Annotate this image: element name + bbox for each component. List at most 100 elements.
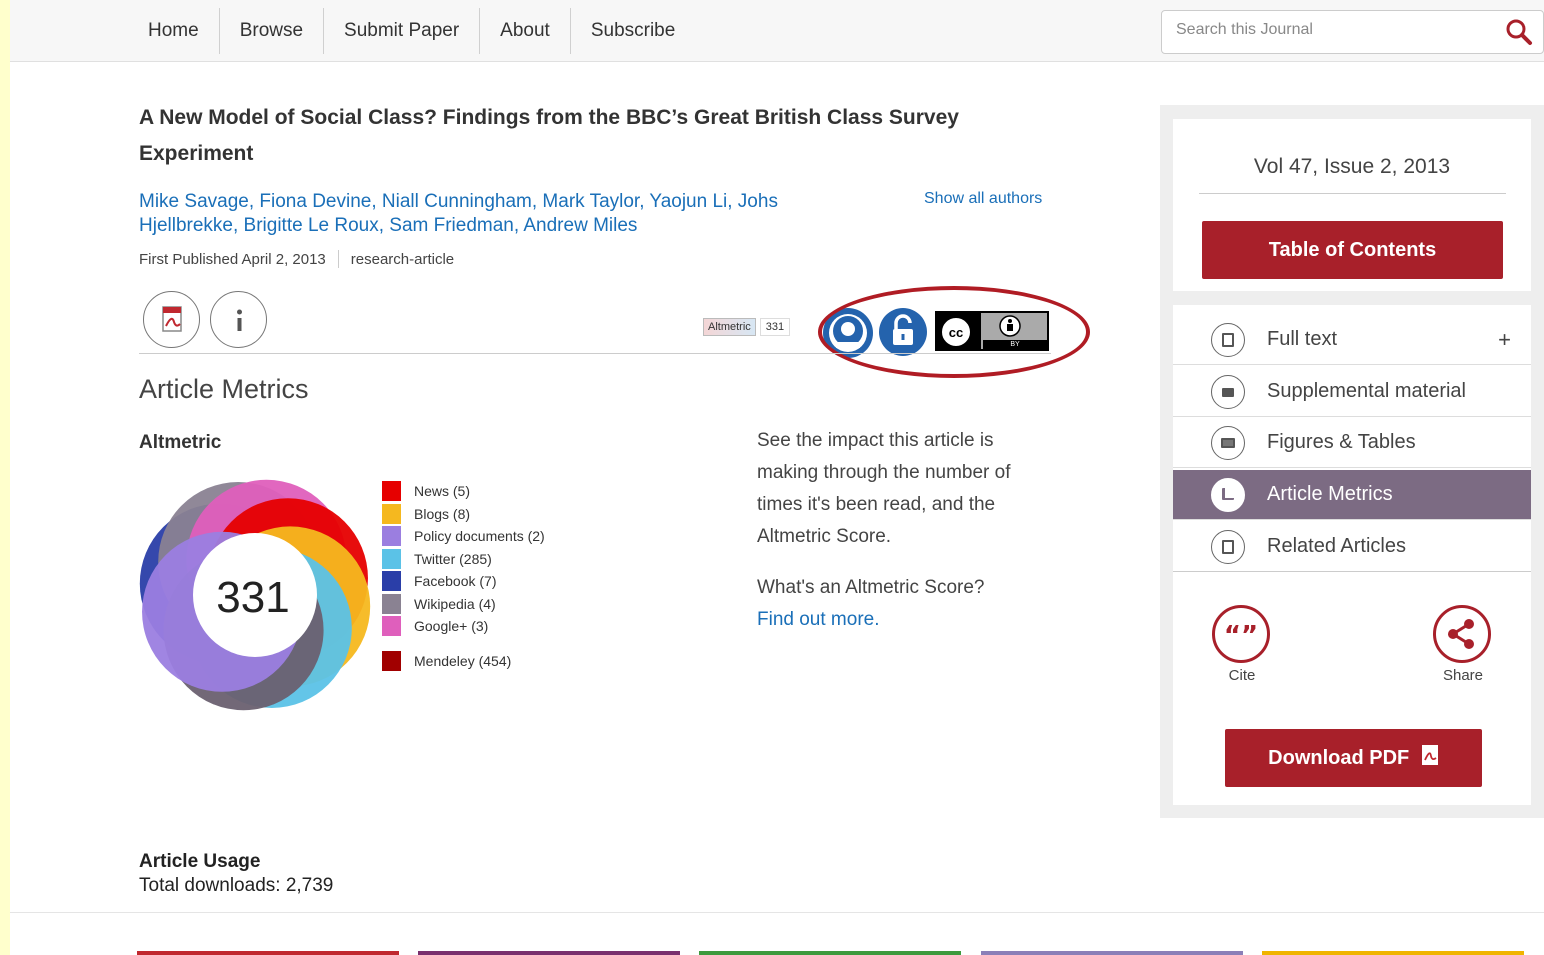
table-of-contents-button[interactable]: Table of Contents: [1202, 221, 1503, 279]
cite-button[interactable]: “”: [1212, 605, 1270, 663]
pdf-button[interactable]: [143, 291, 200, 348]
legend-item: Policy documents (2): [382, 525, 545, 548]
sidebar-item-label: Figures & Tables: [1267, 431, 1416, 453]
folder-icon: [1211, 374, 1245, 409]
legend-swatch: [382, 481, 401, 502]
nav-subscribe[interactable]: Subscribe: [571, 8, 696, 54]
nav-about[interactable]: About: [480, 8, 571, 54]
legend-swatch: [382, 616, 401, 637]
highlight-ellipse: [818, 286, 1090, 378]
sidebar: Vol 47, Issue 2, 2013 Table of Contents …: [1160, 105, 1544, 818]
info-icon: [237, 309, 242, 331]
legend-item: Wikipedia (4): [382, 593, 545, 616]
page: Home Browse Submit Paper About Subscribe…: [10, 0, 1544, 955]
footer-accent-bar: [981, 951, 1243, 955]
share-button[interactable]: [1433, 605, 1491, 663]
share-icon: [1448, 619, 1474, 649]
footer-accent-bar: [137, 951, 399, 955]
cite-label: Cite: [1228, 667, 1256, 684]
altmetric-donut[interactable]: 331: [132, 470, 382, 720]
usage-heading: Article Usage: [139, 851, 261, 872]
top-bar: Home Browse Submit Paper About Subscribe: [10, 0, 1544, 62]
altmetric-heading: Altmetric: [139, 432, 222, 453]
divider: [1199, 193, 1506, 194]
legend-swatch: [382, 526, 401, 547]
search-icon[interactable]: [1505, 18, 1533, 46]
impact-text: See the impact this article is making th…: [757, 430, 1011, 547]
article-title: A New Model of Social Class? Findings fr…: [139, 106, 959, 165]
legend-item: Mendeley (454): [382, 650, 545, 673]
sidebar-item-full-text[interactable]: Full text +: [1173, 315, 1531, 365]
sidebar-item-label: Full text: [1267, 328, 1338, 350]
legend-label: Policy documents (2): [414, 528, 545, 545]
divider: [10, 912, 1544, 913]
legend-item: Blogs (8): [382, 503, 545, 526]
article-usage: Article Usage Total downloads: 2,739: [139, 850, 333, 898]
altmetric-badge-label: Altmetric: [703, 318, 756, 336]
legend-label: News (5): [414, 483, 471, 500]
divider: [337, 250, 339, 268]
show-all-authors-link[interactable]: Show all authors: [924, 190, 1042, 208]
total-downloads: Total downloads: 2,739: [139, 875, 334, 896]
legend-swatch: [382, 548, 401, 569]
sidebar-item-label: Supplemental material: [1267, 380, 1466, 402]
share-label: Share: [1442, 667, 1484, 684]
main-nav: Home Browse Submit Paper About Subscribe: [128, 8, 695, 54]
download-pdf-label: Download PDF: [1268, 747, 1410, 769]
altmetric-badge[interactable]: Altmetric 331: [703, 318, 791, 336]
legend-item: Twitter (285): [382, 548, 545, 571]
sidebar-item-related-articles[interactable]: Related Articles: [1173, 522, 1531, 572]
altmetric-badge-score: 331: [759, 318, 791, 336]
search-box: [1161, 10, 1544, 54]
footer-accent-bar: [1262, 951, 1524, 955]
svg-text:“”: “”: [1224, 621, 1258, 651]
nav-browse[interactable]: Browse: [220, 8, 325, 54]
altmetric-legend: News (5) Blogs (8) Policy documents (2) Twi…: [382, 480, 545, 672]
related-articles-icon: [1211, 529, 1245, 564]
first-published: First Published April 2, 2013: [139, 250, 326, 268]
legend-label: Google+ (3): [414, 618, 489, 635]
legend-label: Facebook (7): [414, 573, 497, 590]
pdf-icon: [1421, 745, 1438, 765]
whats-score-text: What's an Altmetric Score?: [757, 577, 985, 598]
sidebar-item-label: Article Metrics: [1267, 483, 1393, 505]
legend-item: Google+ (3): [382, 615, 545, 638]
sidebar-item-label: Related Articles: [1267, 535, 1406, 557]
sidebar-item-article-metrics[interactable]: Article Metrics: [1173, 470, 1531, 520]
article-nav-card: Full text + Supplemental material Figure…: [1173, 305, 1531, 805]
search-input[interactable]: [1176, 21, 1476, 39]
legend-item: News (5): [382, 480, 545, 503]
divider: [139, 353, 1051, 354]
issue-card: Vol 47, Issue 2, 2013 Table of Contents: [1173, 119, 1531, 291]
bar-chart-icon: [1211, 477, 1245, 512]
legend-label: Wikipedia (4): [414, 595, 496, 612]
document-icon: [1211, 322, 1245, 357]
legend-label: Mendeley (454): [414, 652, 512, 669]
find-out-more-link[interactable]: Find out more.: [757, 609, 880, 630]
sidebar-item-figures-tables[interactable]: Figures & Tables: [1173, 418, 1531, 468]
nav-home[interactable]: Home: [128, 8, 220, 54]
footer-accent-bar: [699, 951, 961, 955]
download-pdf-button[interactable]: Download PDF: [1225, 729, 1482, 787]
quote-icon: “”: [1224, 621, 1258, 651]
expand-icon[interactable]: +: [1498, 327, 1511, 353]
table-icon: [1211, 425, 1245, 460]
footer-accent-bar: [418, 951, 680, 955]
legend-swatch: [382, 650, 401, 671]
legend-item: Facebook (7): [382, 570, 545, 593]
volume-info: Vol 47, Issue 2, 2013: [1253, 155, 1451, 178]
info-button[interactable]: [210, 291, 267, 348]
sidebar-item-supplemental-material[interactable]: Supplemental material: [1173, 367, 1531, 417]
legend-swatch: [382, 571, 401, 592]
impact-description: See the impact this article is making th…: [757, 425, 1057, 636]
legend-swatch: [382, 593, 401, 614]
metrics-heading: Article Metrics: [139, 374, 309, 404]
legend-label: Blogs (8): [414, 505, 471, 522]
legend-swatch: [382, 503, 401, 524]
pdf-icon: [162, 306, 182, 332]
nav-submit-paper[interactable]: Submit Paper: [324, 8, 481, 54]
legend-label: Twitter (285): [414, 550, 492, 567]
author-list[interactable]: Mike Savage, Fiona Devine, Niall Cunning…: [139, 190, 839, 238]
altmetric-score: 331: [216, 573, 289, 622]
publication-info: First Published April 2, 2013 research-a…: [139, 250, 454, 268]
